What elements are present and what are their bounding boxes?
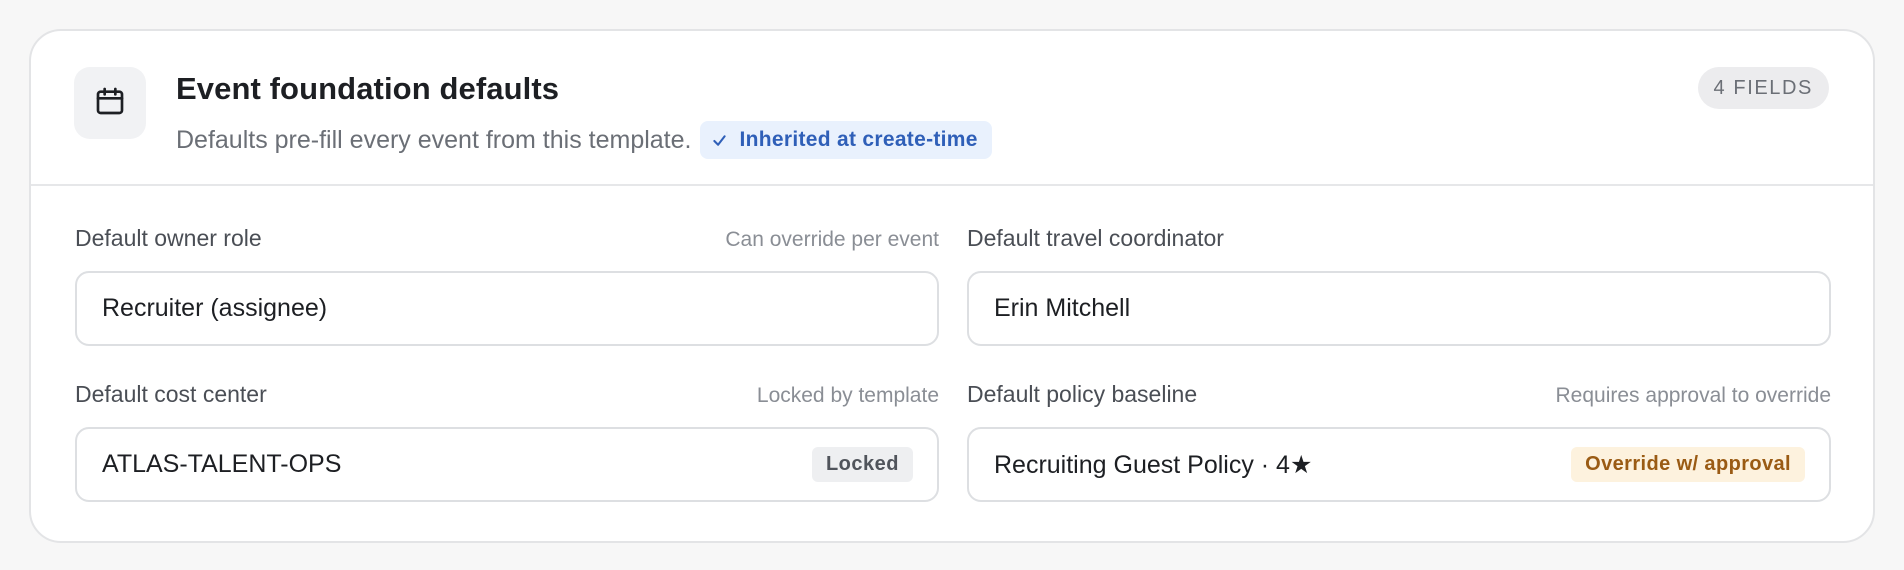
policy-baseline-input[interactable]: Recruiting Guest Policy · 4★ Override w/…	[967, 427, 1831, 502]
cost-center-label: Default cost center	[75, 381, 267, 407]
card-title: Event foundation defaults	[176, 71, 560, 106]
owner-role-input[interactable]: Recruiter (assignee)	[75, 271, 939, 346]
travel-coordinator-input[interactable]: Erin Mitchell	[967, 271, 1831, 346]
field-count-badge: 4 FIELDS	[1697, 67, 1829, 109]
card-subtitle: Defaults pre-fill every event from this …	[176, 125, 692, 154]
calendar-icon	[94, 85, 126, 122]
cost-center-input: ATLAS-TALENT-OPS Locked	[75, 427, 939, 502]
check-icon	[712, 133, 727, 148]
field-travel-coordinator: Default travel coordinator Erin Mitchell	[967, 225, 1831, 346]
travel-coordinator-label: Default travel coordinator	[967, 225, 1224, 251]
policy-baseline-value: Recruiting Guest Policy · 4★	[994, 450, 1313, 479]
event-foundation-defaults-card: Event foundation defaults Defaults pre-f…	[29, 29, 1875, 543]
inherited-badge: Inherited at create-time	[700, 121, 992, 159]
cost-center-hint: Locked by template	[756, 384, 939, 407]
card-header: Event foundation defaults Defaults pre-f…	[31, 31, 1873, 186]
field-cost-center: Default cost center Locked by template A…	[75, 381, 939, 502]
subtitle-row: Defaults pre-fill every event from this …	[176, 121, 992, 159]
field-policy-baseline: Default policy baseline Requires approva…	[967, 381, 1831, 502]
locked-badge: Locked	[811, 447, 913, 482]
travel-coordinator-value: Erin Mitchell	[994, 294, 1131, 322]
cost-center-value: ATLAS-TALENT-OPS	[102, 450, 342, 478]
calendar-icon-tile	[74, 67, 146, 139]
inherited-badge-label: Inherited at create-time	[739, 128, 978, 151]
owner-role-hint: Can override per event	[725, 228, 939, 251]
override-approval-badge: Override w/ approval	[1571, 447, 1805, 482]
owner-role-value: Recruiter (assignee)	[102, 294, 328, 322]
field-owner-role: Default owner role Can override per even…	[75, 225, 939, 346]
owner-role-label: Default owner role	[75, 225, 262, 251]
policy-baseline-hint: Requires approval to override	[1555, 384, 1831, 407]
policy-baseline-label: Default policy baseline	[967, 381, 1198, 407]
